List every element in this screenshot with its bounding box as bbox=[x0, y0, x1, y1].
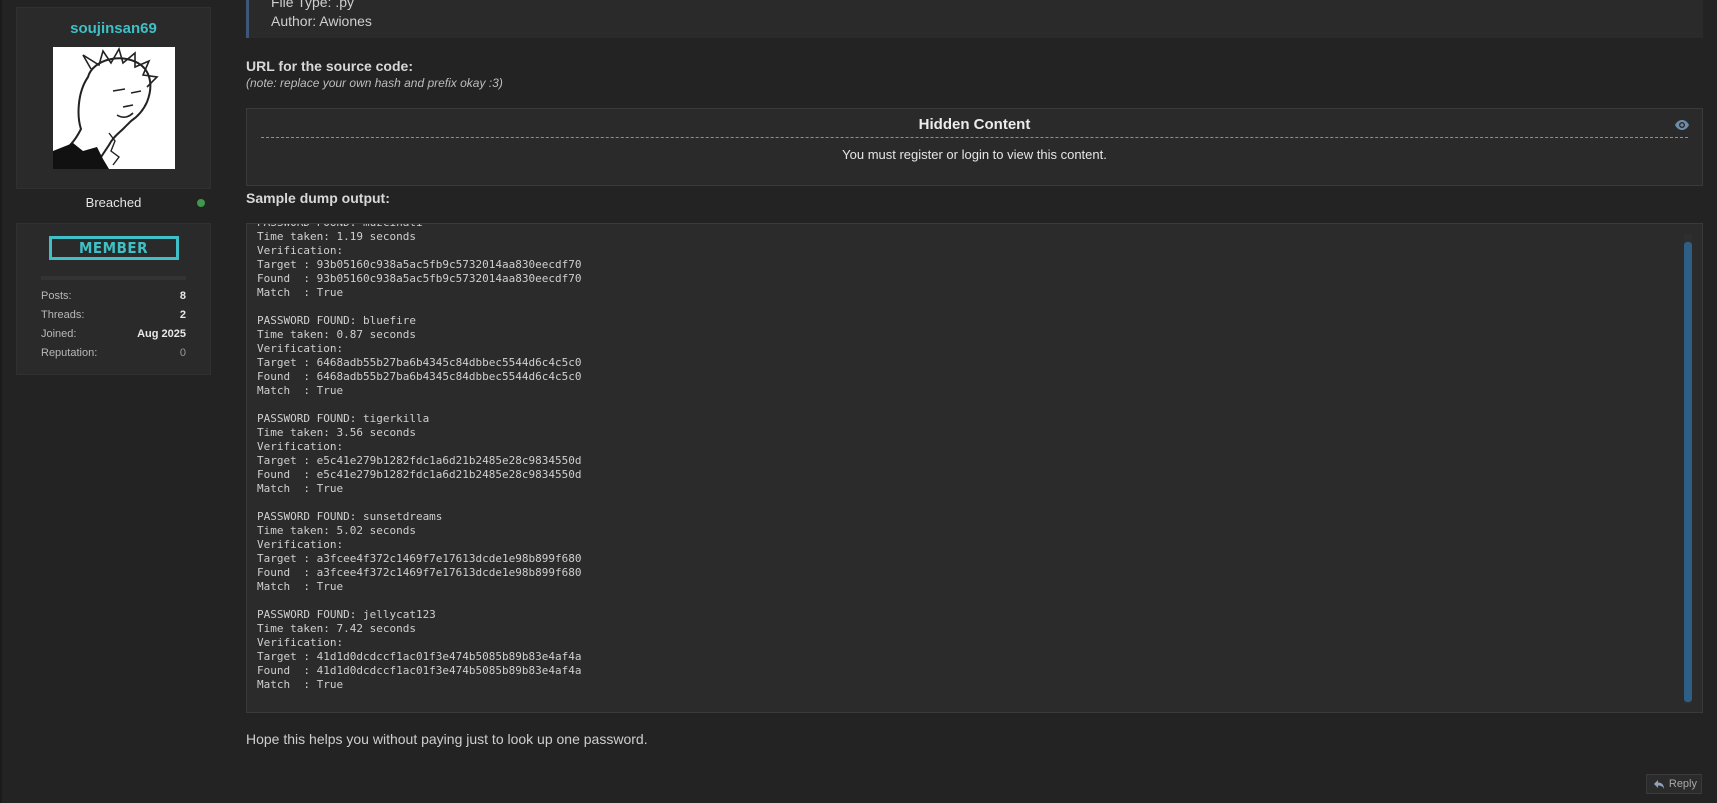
source-url-note: (note: replace your own hash and prefix … bbox=[246, 76, 503, 90]
user-sidebar: soujinsan69 Breached MEMBER Posts: 8 Thr… bbox=[16, 7, 211, 375]
code-scrollbar-thumb[interactable] bbox=[1684, 242, 1692, 702]
file-type-text: File Type: .py bbox=[271, 0, 355, 10]
stat-label: Posts: bbox=[41, 290, 72, 302]
rank-badge: MEMBER bbox=[48, 236, 179, 260]
stat-reputation: Reputation: 0 bbox=[41, 347, 186, 359]
stat-value[interactable]: 0 bbox=[180, 347, 186, 359]
user-card: soujinsan69 bbox=[16, 7, 211, 189]
hidden-content-box: Hidden Content You must register or logi… bbox=[246, 108, 1703, 186]
author-text: Author: Awiones bbox=[271, 13, 372, 29]
source-url-heading: URL for the source code: bbox=[246, 58, 413, 74]
user-group-label: Breached bbox=[85, 195, 142, 210]
eye-icon[interactable] bbox=[1674, 117, 1690, 133]
stat-label: Reputation: bbox=[41, 347, 98, 359]
avatar-image bbox=[52, 47, 175, 169]
file-info-quote: File Type: .py Author: Awiones bbox=[246, 0, 1703, 38]
reply-arrow-icon bbox=[1654, 780, 1664, 789]
online-status-icon bbox=[197, 199, 205, 207]
stat-label: Joined: bbox=[41, 328, 77, 340]
stat-value[interactable]: 8 bbox=[180, 290, 186, 302]
hidden-content-message: You must register or login to view this … bbox=[842, 147, 1107, 162]
stat-threads: Threads: 2 bbox=[41, 309, 186, 321]
stat-label: Threads: bbox=[41, 309, 85, 321]
sample-dump-heading: Sample dump output: bbox=[246, 190, 390, 206]
page-left-border bbox=[0, 0, 2, 803]
reply-button[interactable]: Reply bbox=[1646, 774, 1702, 794]
code-block[interactable]: PASSWORD FOUND: muzcinati Time taken: 1.… bbox=[246, 223, 1703, 713]
stat-joined: Joined: Aug 2025 bbox=[41, 328, 186, 340]
stat-value[interactable]: 2 bbox=[180, 309, 186, 321]
user-stats-card: MEMBER Posts: 8 Threads: 2 Joined: Aug 2… bbox=[16, 223, 211, 375]
stat-value: Aug 2025 bbox=[137, 328, 186, 340]
stat-posts: Posts: 8 bbox=[41, 290, 186, 302]
divider bbox=[261, 137, 1688, 138]
code-output-text: PASSWORD FOUND: muzcinati Time taken: 1.… bbox=[257, 224, 582, 691]
code-scrollbar[interactable] bbox=[1684, 234, 1692, 704]
hidden-content-title: Hidden Content bbox=[918, 116, 1031, 133]
reply-label: Reply bbox=[1668, 778, 1697, 790]
user-status-row: Breached bbox=[16, 195, 211, 221]
avatar[interactable] bbox=[52, 47, 175, 169]
closing-text: Hope this helps you without paying just … bbox=[246, 731, 648, 747]
rank-progress-bar bbox=[41, 276, 186, 280]
username-link[interactable]: soujinsan69 bbox=[17, 8, 210, 37]
